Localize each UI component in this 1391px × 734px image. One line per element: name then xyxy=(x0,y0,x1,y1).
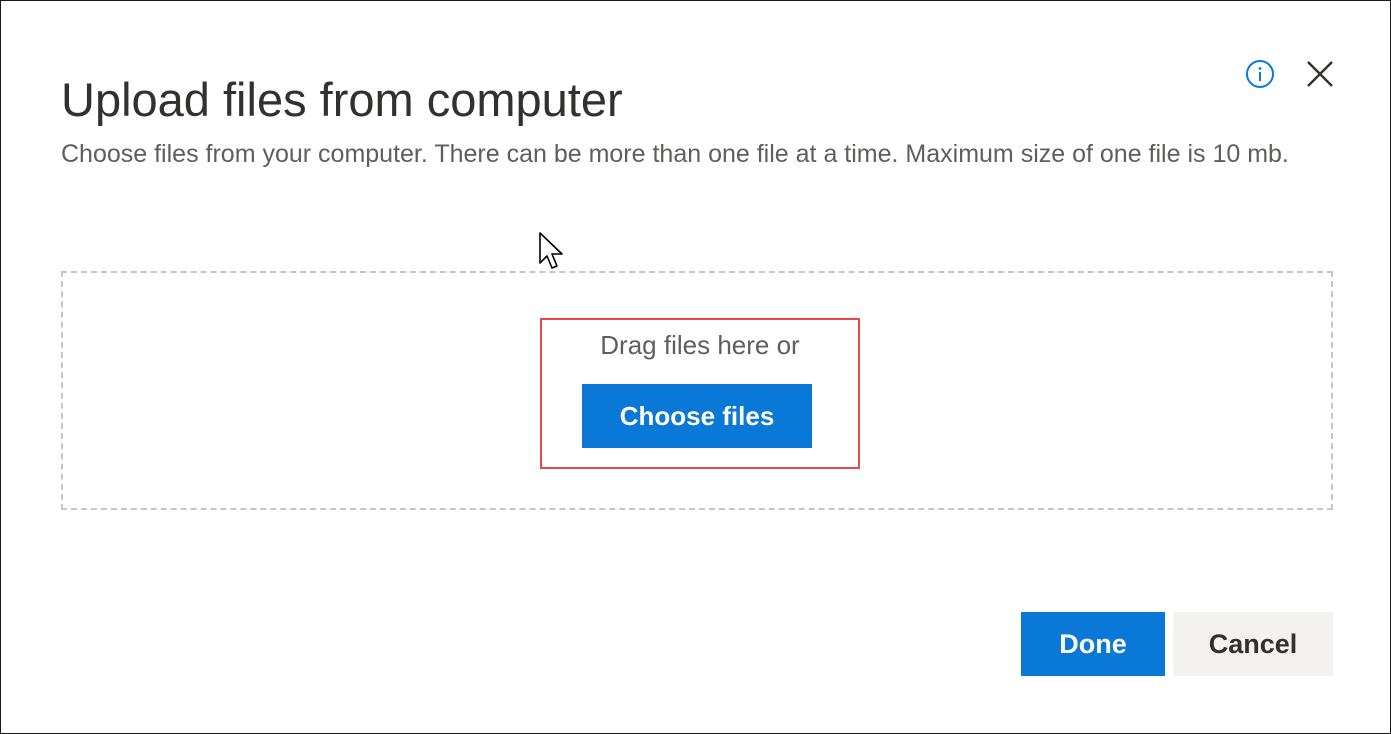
done-button[interactable]: Done xyxy=(1021,612,1165,676)
close-button[interactable] xyxy=(1301,55,1339,93)
dialog-title: Upload files from computer xyxy=(61,73,623,126)
info-button[interactable] xyxy=(1244,58,1276,90)
close-icon xyxy=(1307,61,1333,87)
choose-files-button[interactable]: Choose files xyxy=(582,384,812,448)
drag-files-text: Drag files here or xyxy=(600,330,800,360)
cancel-button[interactable]: Cancel xyxy=(1173,612,1333,676)
upload-dialog: Upload files from computer Choose files … xyxy=(0,0,1391,734)
mouse-pointer-icon xyxy=(539,232,563,269)
dialog-description: Choose files from your computer. There c… xyxy=(61,140,1289,168)
info-icon xyxy=(1246,60,1274,88)
